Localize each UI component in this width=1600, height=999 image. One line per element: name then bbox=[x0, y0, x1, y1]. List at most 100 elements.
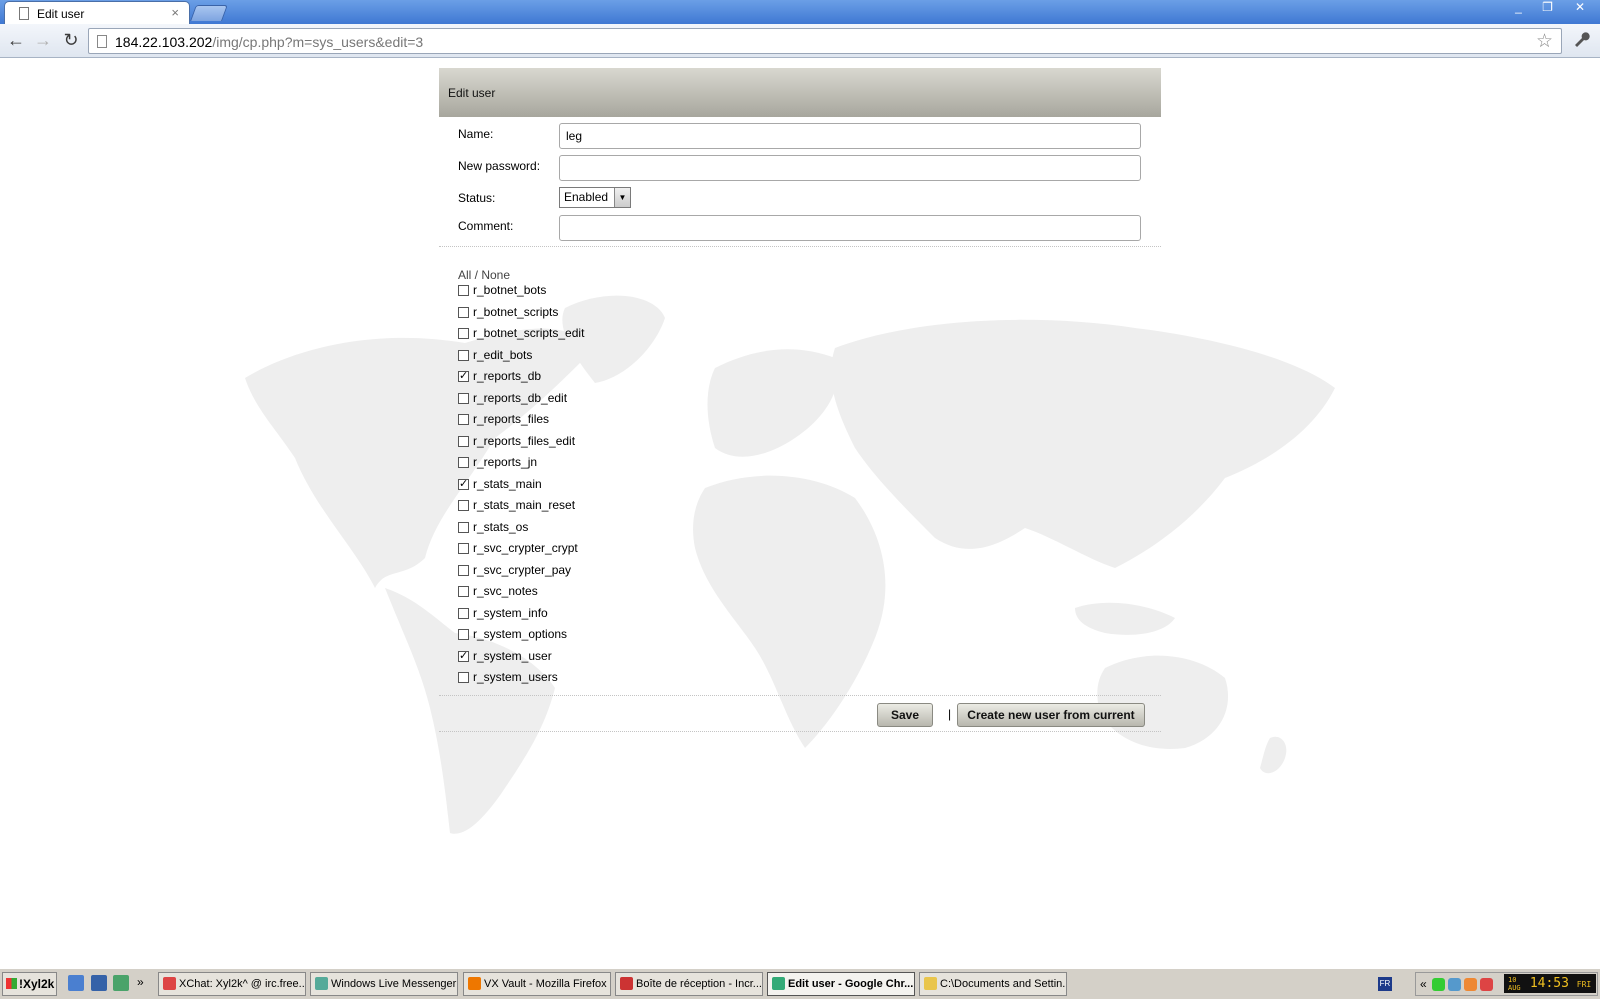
browser-toolbar: ← → ↻ 184.22.103.202/img/cp.php?m=sys_us… bbox=[0, 24, 1600, 58]
start-label: !Xyl2k bbox=[19, 977, 55, 991]
world-map-background bbox=[245, 295, 1335, 834]
browser-tab[interactable]: Edit user × bbox=[4, 1, 190, 24]
taskbar-window-button[interactable]: XChat: Xyl2k^ @ irc.free... bbox=[158, 972, 306, 996]
wrench-icon[interactable] bbox=[1572, 30, 1590, 53]
language-indicator[interactable]: FR bbox=[1378, 977, 1392, 991]
antivirus-tray-icon[interactable] bbox=[1432, 978, 1445, 991]
windows-flag-icon bbox=[6, 978, 17, 989]
permission-label: r_system_users bbox=[473, 670, 558, 684]
checkbox[interactable] bbox=[458, 543, 469, 554]
checkbox[interactable] bbox=[458, 672, 469, 683]
tray-expand-icon[interactable]: « bbox=[1420, 977, 1427, 991]
xchat-icon bbox=[163, 977, 176, 990]
maximize-icon[interactable]: ❐ bbox=[1534, 0, 1561, 17]
permission-label: r_reports_jn bbox=[473, 455, 538, 469]
checked-checkbox[interactable]: ✓ bbox=[458, 650, 469, 662]
checked-checkbox[interactable]: ✓ bbox=[458, 371, 469, 382]
forward-icon[interactable]: → bbox=[32, 30, 54, 52]
reload-icon[interactable]: ↻ bbox=[60, 30, 82, 52]
permission-label: r_reports_db bbox=[473, 369, 542, 383]
checkbox[interactable] bbox=[458, 435, 469, 447]
panel-header: Edit user bbox=[439, 68, 1161, 117]
divider bbox=[439, 695, 1161, 696]
close-window-icon[interactable]: ✕ bbox=[1565, 0, 1595, 17]
taskbar-window-button[interactable]: VX Vault - Mozilla Firefox bbox=[463, 972, 611, 996]
taskbar-window-button[interactable]: C:\Documents and Settin... bbox=[919, 972, 1067, 996]
checkbox[interactable] bbox=[458, 521, 469, 533]
checkbox[interactable] bbox=[458, 500, 469, 511]
address-bar[interactable]: 184.22.103.202/img/cp.php?m=sys_users&ed… bbox=[88, 28, 1562, 54]
checkbox[interactable] bbox=[458, 414, 469, 425]
password-label: New password: bbox=[458, 159, 541, 173]
permission-label: r_reports_files_edit bbox=[473, 433, 576, 448]
chrome-icon bbox=[772, 977, 785, 990]
permission-label: r_svc_notes bbox=[473, 584, 538, 598]
checkbox[interactable] bbox=[458, 392, 469, 404]
taskbar-window-button[interactable]: Edit user - Google Chr... bbox=[767, 972, 915, 996]
back-icon[interactable]: ← bbox=[5, 30, 27, 52]
terminal-quicklaunch-icon[interactable] bbox=[91, 975, 107, 991]
permission-label: r_botnet_bots bbox=[473, 283, 547, 297]
start-button[interactable]: !Xyl2k bbox=[2, 972, 57, 996]
checked-checkbox[interactable]: ✓ bbox=[458, 478, 469, 490]
chevron-down-icon[interactable]: ▼ bbox=[614, 188, 630, 207]
bookmark-star-icon[interactable]: ☆ bbox=[1536, 30, 1553, 53]
permission-label: r_svc_crypter_crypt bbox=[473, 541, 578, 555]
close-tab-icon[interactable]: × bbox=[171, 5, 179, 20]
permission-label: r_reports_files bbox=[473, 412, 550, 426]
checkbox[interactable] bbox=[458, 586, 469, 597]
create-new-user-button[interactable]: Create new user from current bbox=[957, 703, 1145, 727]
taskbar-window-button[interactable]: Windows Live Messenger bbox=[310, 972, 458, 996]
password-input[interactable] bbox=[559, 155, 1141, 181]
quicklaunch-more-icon[interactable]: » bbox=[137, 975, 144, 989]
permission-label: r_stats_main bbox=[473, 476, 542, 491]
taskbar-window-label: Boîte de réception - Incr... bbox=[636, 978, 762, 990]
chart-quicklaunch-icon[interactable] bbox=[113, 975, 129, 991]
url-host: 184.22.103.202/img/cp.php?m=sys_users&ed… bbox=[115, 34, 424, 50]
checkbox[interactable] bbox=[458, 285, 469, 296]
taskbar-window-label: Windows Live Messenger bbox=[331, 978, 457, 990]
permission-label: r_system_options bbox=[473, 627, 568, 641]
url-path: /img/cp.php?m=sys_users&edit=3 bbox=[212, 34, 424, 50]
taskbar-window-button[interactable]: Boîte de réception - Incr... bbox=[615, 972, 763, 996]
permission-label: r_svc_crypter_pay bbox=[473, 562, 572, 577]
name-label: Name: bbox=[458, 127, 494, 141]
firefox-icon bbox=[468, 977, 481, 990]
taskbar-window-label: C:\Documents and Settin... bbox=[940, 978, 1067, 990]
permission-label: r_edit_bots bbox=[473, 347, 533, 362]
comment-label: Comment: bbox=[458, 219, 514, 233]
checkbox[interactable] bbox=[458, 564, 469, 576]
page-content: Edit user Name: New password: Status: En… bbox=[0, 58, 1600, 968]
status-select[interactable]: Enabled ▼ bbox=[559, 187, 631, 208]
name-input[interactable] bbox=[559, 123, 1141, 149]
browser-quicklaunch-icon[interactable] bbox=[68, 975, 84, 991]
minimize-icon[interactable]: _ bbox=[1505, 0, 1532, 17]
checkbox[interactable] bbox=[458, 457, 469, 468]
checkbox[interactable] bbox=[458, 629, 469, 640]
mail-tray-icon[interactable] bbox=[1464, 978, 1477, 991]
permission-label: r_botnet_scripts bbox=[473, 304, 559, 319]
checkbox[interactable] bbox=[458, 607, 469, 619]
taskbar-window-label: Edit user - Google Chr... bbox=[788, 978, 914, 990]
permission-label: r_stats_os bbox=[473, 519, 529, 534]
taskbar-window-label: VX Vault - Mozilla Firefox bbox=[484, 978, 607, 990]
checkbox[interactable] bbox=[458, 328, 469, 339]
new-tab-button[interactable] bbox=[190, 5, 228, 21]
clock: 10 AUG 14:53 FRI bbox=[1504, 974, 1596, 993]
edit-user-panel: Edit user Name: New password: Status: En… bbox=[439, 68, 1161, 732]
save-button[interactable]: Save bbox=[877, 703, 933, 727]
checkbox[interactable] bbox=[458, 306, 469, 318]
mail-icon bbox=[620, 977, 633, 990]
divider bbox=[439, 731, 1161, 732]
messenger-tray-icon[interactable] bbox=[1448, 978, 1461, 991]
xchat-tray-icon[interactable] bbox=[1480, 978, 1493, 991]
permission-label: r_botnet_scripts_edit bbox=[473, 326, 585, 340]
comment-input[interactable] bbox=[559, 215, 1141, 241]
checkbox[interactable] bbox=[458, 349, 469, 361]
tab-title: Edit user bbox=[37, 7, 85, 21]
clock-date: 10 AUG bbox=[1508, 975, 1521, 992]
divider bbox=[439, 246, 1161, 247]
clock-time: 14:53 bbox=[1529, 976, 1569, 991]
permission-label: r_system_user bbox=[473, 648, 552, 663]
all-none-toggle[interactable]: All / None bbox=[458, 268, 510, 282]
